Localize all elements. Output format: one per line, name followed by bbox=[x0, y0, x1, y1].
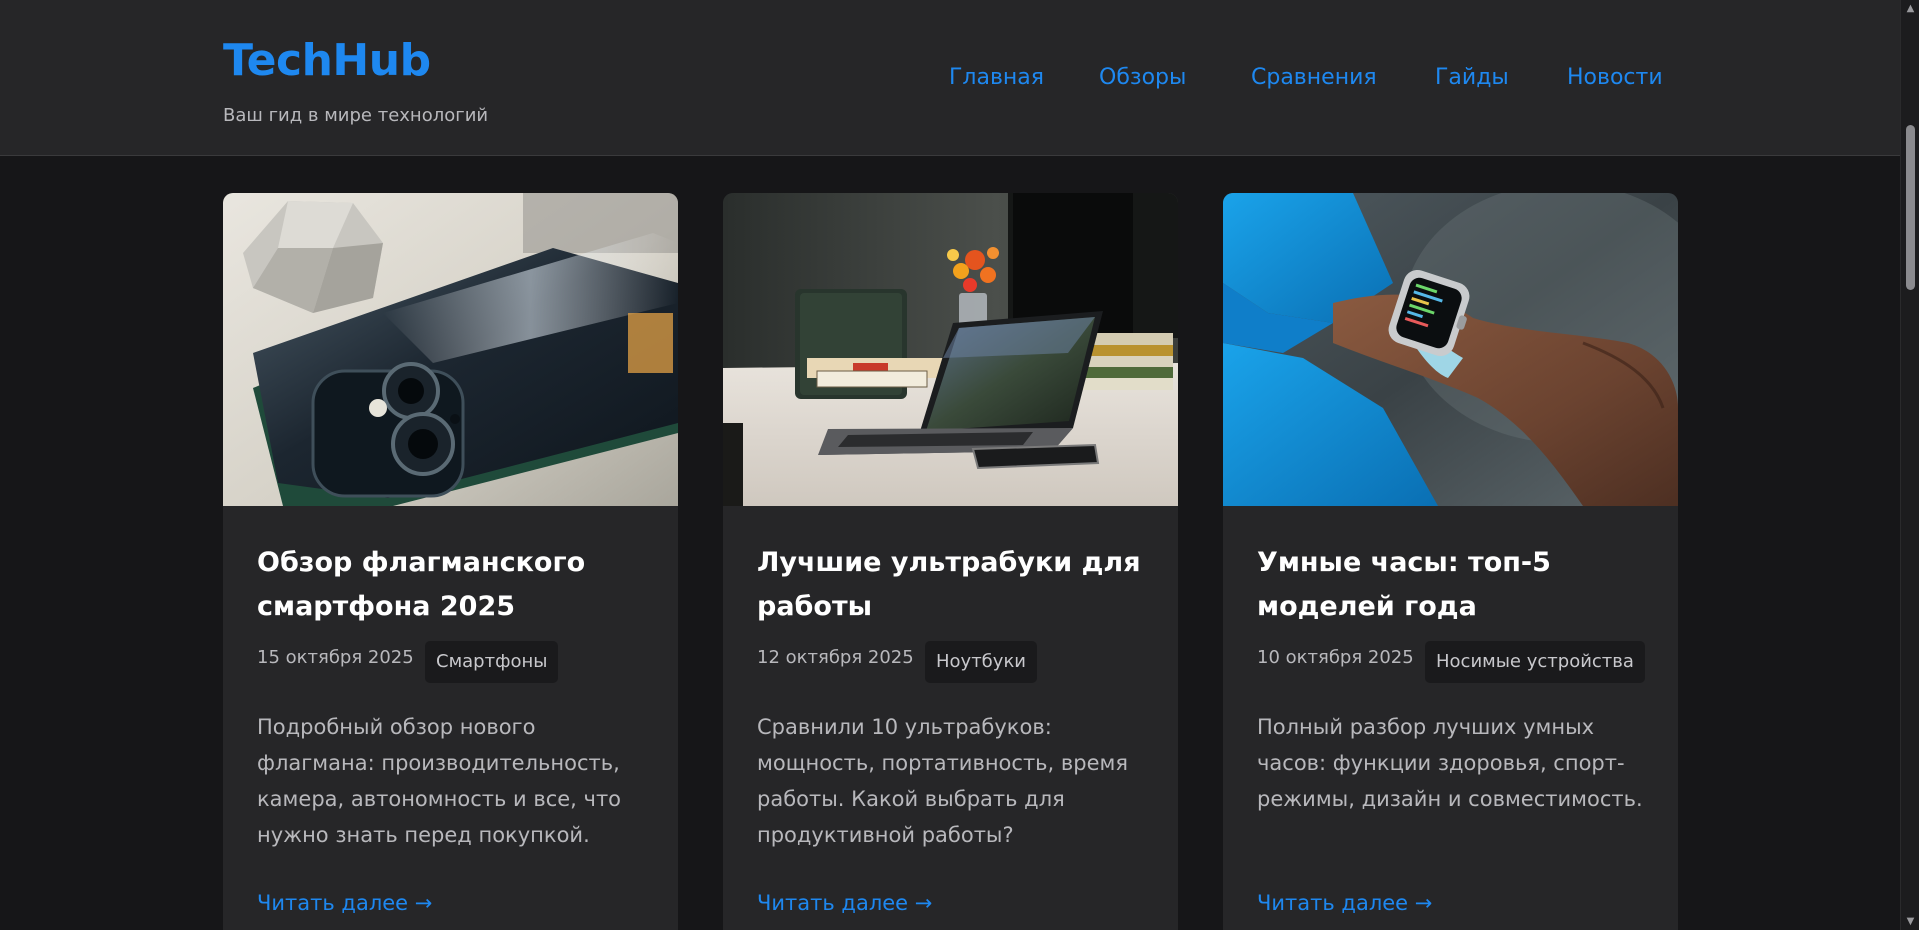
nav-item-guides[interactable]: Гайды bbox=[1435, 62, 1509, 94]
article-card-smartphone[interactable]: Обзор флагманского смартфона 2025 15 окт… bbox=[223, 193, 678, 930]
scroll-up-icon[interactable]: ▲ bbox=[1901, 0, 1919, 17]
article-image-ultrabook[interactable] bbox=[723, 193, 1178, 506]
article-excerpt: Полный разбор лучших умных часов: функци… bbox=[1257, 715, 1643, 811]
article-card-smartwatch[interactable]: Умные часы: топ-5 моделей года 10 октябр… bbox=[1223, 193, 1678, 930]
article-image-smartwatch[interactable] bbox=[1223, 193, 1678, 506]
smartwatch-photo bbox=[1223, 193, 1678, 506]
article-title[interactable]: Лучшие ультрабуки для работы bbox=[757, 541, 1147, 629]
article-title[interactable]: Умные часы: топ-5 моделей года bbox=[1257, 541, 1647, 629]
article-date: 10 октября 2025 bbox=[1257, 647, 1414, 668]
site-header: TechHub Ваш гид в мире технологий Главна… bbox=[0, 0, 1900, 156]
read-more-link[interactable]: Читать далее → bbox=[1257, 888, 1432, 918]
article-excerpt: Сравнили 10 ультрабуков: мощность, порта… bbox=[757, 715, 1129, 847]
article-title[interactable]: Обзор флагманского смартфона 2025 bbox=[257, 541, 647, 629]
category-tag[interactable]: Носимые устройства bbox=[1425, 641, 1645, 683]
main-nav: Главная Обзоры Сравнения Гайды Новости bbox=[0, 62, 1900, 94]
scroll-thumb[interactable] bbox=[1906, 125, 1915, 290]
category-tag[interactable]: Смартфоны bbox=[425, 641, 559, 683]
article-image-smartphone[interactable] bbox=[223, 193, 678, 506]
nav-item-home[interactable]: Главная bbox=[949, 62, 1044, 94]
article-excerpt: Подробный обзор нового флагмана: произво… bbox=[257, 715, 622, 847]
nav-item-reviews[interactable]: Обзоры bbox=[1099, 62, 1186, 94]
site-tagline: Ваш гид в мире технологий bbox=[223, 105, 489, 126]
article-date: 12 октября 2025 bbox=[757, 647, 914, 668]
article-card-ultrabook[interactable]: Лучшие ультрабуки для работы 12 октября … bbox=[723, 193, 1178, 930]
read-more-link[interactable]: Читать далее → bbox=[757, 888, 932, 918]
nav-item-news[interactable]: Новости bbox=[1567, 62, 1663, 94]
smartphone-photo bbox=[223, 193, 678, 506]
laptop-photo bbox=[723, 193, 1178, 506]
scroll-down-icon[interactable]: ▼ bbox=[1901, 913, 1919, 930]
page: TechHub Ваш гид в мире технологий Главна… bbox=[0, 0, 1900, 930]
article-date: 15 октября 2025 bbox=[257, 647, 414, 668]
vertical-scrollbar[interactable]: ▲ ▼ bbox=[1900, 0, 1919, 930]
nav-item-comparisons[interactable]: Сравнения bbox=[1251, 62, 1377, 94]
category-tag[interactable]: Ноутбуки bbox=[925, 641, 1038, 683]
read-more-link[interactable]: Читать далее → bbox=[257, 888, 432, 918]
